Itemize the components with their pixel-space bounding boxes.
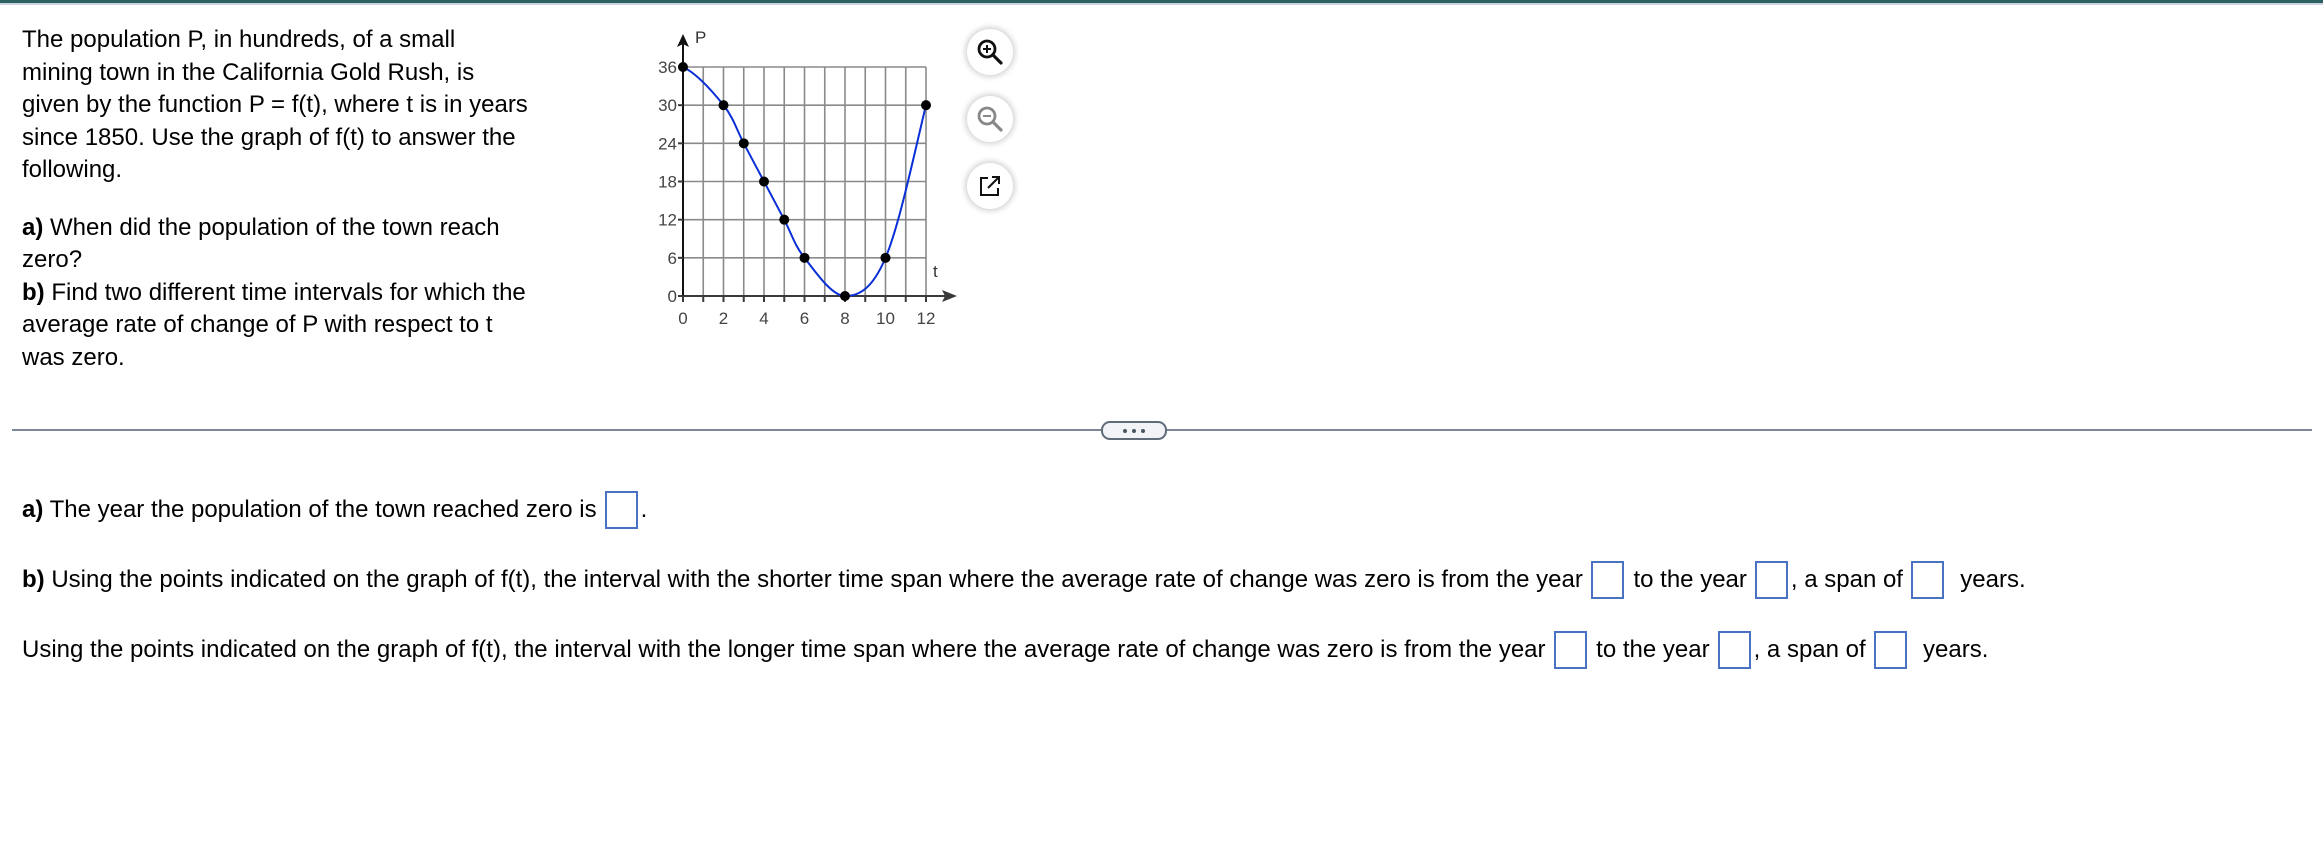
expand-more-button[interactable]: [1101, 421, 1167, 440]
answer-b-long-text: Using the points indicated on the graph …: [22, 636, 1546, 663]
years-text: years.: [1909, 636, 1989, 663]
popout-button[interactable]: [967, 163, 1013, 209]
y-tick-label: 36: [658, 58, 677, 77]
short-span-input[interactable]: [1912, 563, 1942, 597]
zoom-out-icon: [977, 106, 1003, 132]
y-tick-label: 24: [658, 134, 677, 153]
x-tick-label: 12: [917, 309, 936, 328]
data-point: [759, 176, 769, 187]
answer-row-a: a) The year the population of the town r…: [22, 490, 647, 530]
x-tick-label: 6: [800, 309, 809, 328]
to-the-year-text: to the year: [1626, 566, 1747, 593]
dot-icon: [1123, 428, 1127, 433]
y-tick-label: 18: [658, 173, 677, 192]
long-span-input[interactable]: [1875, 633, 1905, 667]
data-point: [840, 291, 850, 301]
answer-a-label: a): [22, 496, 44, 523]
part-a-question-cont: zero?: [22, 246, 83, 273]
long-to-year-box[interactable]: [1717, 631, 1751, 669]
x-tick-label: 10: [876, 309, 895, 328]
data-point: [678, 62, 688, 72]
answer-b-short-text: Using the points indicated on the graph …: [44, 566, 1583, 593]
question-intro-line: following.: [22, 156, 123, 183]
x-tick-label: 4: [759, 309, 768, 328]
x-axis-label: t: [933, 262, 938, 281]
top-accent-underline: [0, 3, 2323, 5]
answer-a-text: The year the population of the town reac…: [43, 496, 597, 523]
part-b-text: Find two different time intervals for wh…: [44, 278, 526, 306]
part-a-text: When did the population of the town reac…: [43, 213, 500, 241]
data-point: [921, 100, 931, 111]
dot-icon: [1132, 428, 1136, 433]
long-to-year-input[interactable]: [1719, 633, 1749, 667]
answer-b-label: b): [22, 566, 45, 593]
data-point: [880, 252, 891, 263]
question-intro-line: The population P, in hundreds, of a smal…: [22, 26, 456, 53]
zoom-in-icon: [977, 39, 1003, 65]
part-b-label: b): [22, 278, 45, 306]
answer-row-b-short: b) Using the points indicated on the gra…: [22, 560, 2026, 600]
a-span-of-text: , a span of: [1790, 566, 1903, 593]
x-tick-label: 0: [678, 309, 687, 328]
y-tick-label: 12: [658, 211, 677, 230]
data-point: [799, 252, 810, 263]
answer-a-year-box[interactable]: [604, 491, 638, 529]
part-b-question: b) Find two different time intervals for…: [22, 277, 582, 310]
y-tick-label: 0: [668, 287, 677, 306]
tick-labels: 0 2 4 6 8 10 12061218243036: [658, 58, 935, 328]
short-span-box[interactable]: [1910, 561, 1944, 599]
zoom-out-button[interactable]: [967, 96, 1013, 142]
long-from-year-box[interactable]: [1553, 631, 1587, 669]
zoom-in-button[interactable]: [967, 29, 1013, 75]
short-from-year-input[interactable]: [1592, 563, 1622, 597]
answer-row-b-long: Using the points indicated on the graph …: [22, 630, 1988, 670]
short-to-year-input[interactable]: [1756, 563, 1786, 597]
question-intro-line: since 1850. Use the graph of f(t) to ans…: [22, 123, 516, 151]
y-tick-label: 6: [668, 249, 677, 268]
population-graph: 0 2 4 6 8 10 12061218243036 P t: [658, 28, 957, 328]
short-to-year-box[interactable]: [1754, 561, 1788, 599]
a-span-of-text: , a span of: [1753, 636, 1866, 663]
x-tick-label: 8: [840, 309, 849, 328]
answer-a-year-input[interactable]: [606, 493, 636, 527]
part-b-question-cont: was zero.: [22, 343, 125, 371]
question-panel: The population P, in hundreds, of a smal…: [22, 24, 582, 374]
part-b-question-cont: average rate of change of P with respect…: [22, 311, 493, 338]
period: .: [640, 496, 648, 523]
x-tick-label: 2: [719, 309, 728, 328]
axes: [677, 34, 957, 302]
question-intro-line: given by the function P = f(t), where t …: [22, 91, 528, 118]
long-span-box[interactable]: [1873, 631, 1907, 669]
dot-icon: [1141, 428, 1145, 433]
part-a-question: a) When did the population of the town r…: [22, 212, 582, 245]
to-the-year-text: to the year: [1589, 636, 1710, 663]
years-text: years.: [1946, 566, 2026, 593]
open-external-icon: [980, 176, 1000, 196]
data-point: [738, 138, 749, 149]
axis-ticks: [678, 66, 927, 302]
short-from-year-box[interactable]: [1590, 561, 1624, 599]
data-point: [779, 214, 790, 225]
data-point: [718, 100, 729, 111]
part-a-label: a): [22, 213, 44, 241]
y-axis-label: P: [695, 28, 706, 47]
long-from-year-input[interactable]: [1555, 633, 1585, 667]
y-tick-label: 30: [658, 96, 677, 115]
question-intro-line: mining town in the California Gold Rush,…: [22, 58, 475, 86]
